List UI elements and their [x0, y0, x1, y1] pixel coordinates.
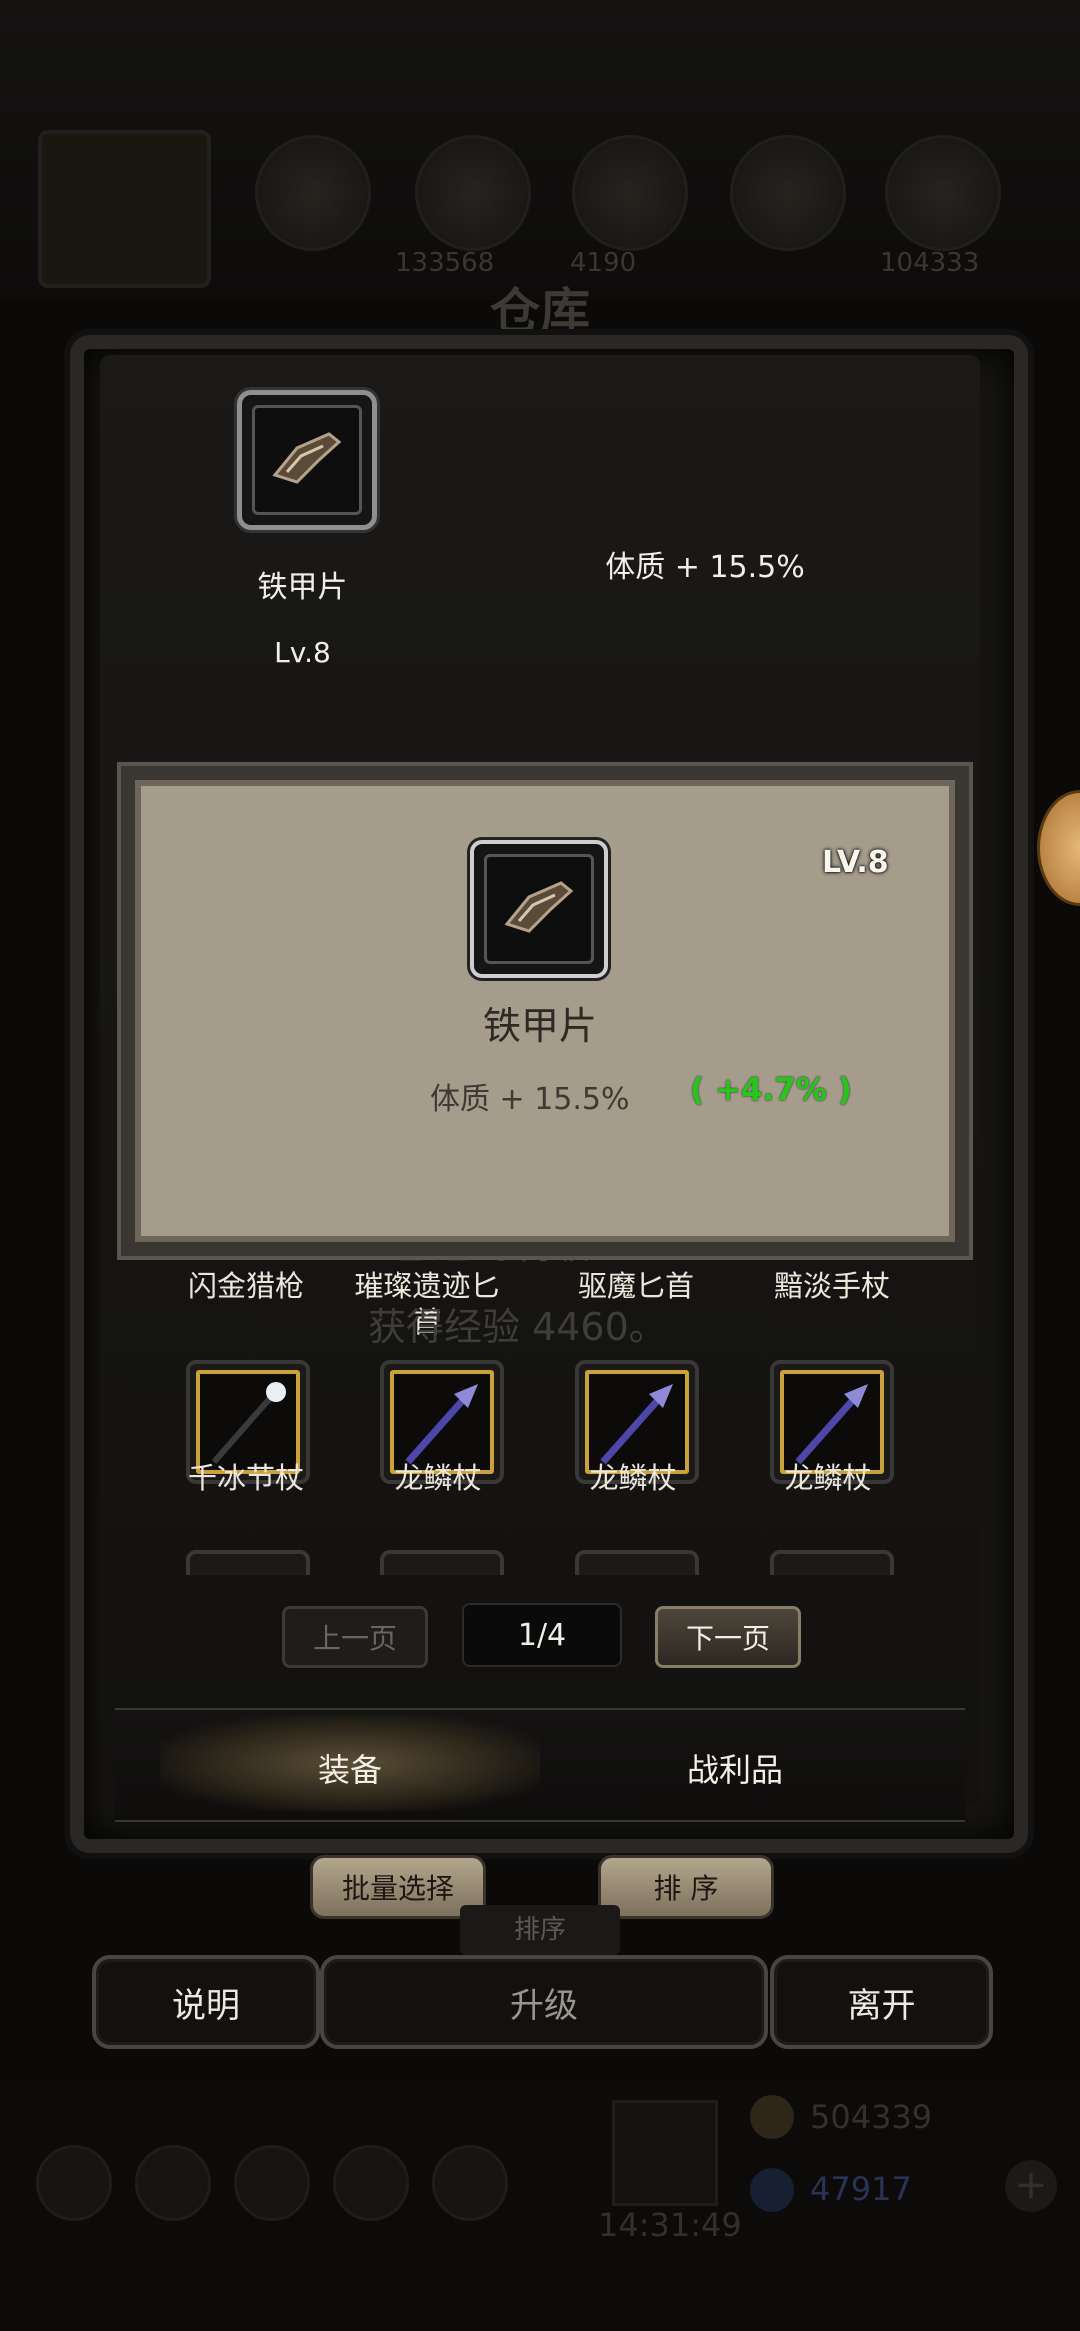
bg-resource-icon: [885, 135, 1001, 251]
armor-piece-icon: [484, 854, 594, 964]
popup-level: LV.8: [822, 845, 889, 880]
bg-menu-icon: [36, 2145, 112, 2221]
upgrade-button[interactable]: 升级: [320, 1955, 768, 2049]
bg-coin-count: 504339: [810, 2098, 933, 2136]
side-badge-icon: [1037, 790, 1080, 906]
armor-piece-icon: [252, 405, 362, 515]
staff-icon: [600, 1384, 673, 1465]
item-grid: 闪金猎枪 璀璨遗迹匕首 驱魔匕首 黯淡手杖 已达到满级 获得经验 4460。 千…: [140, 1230, 940, 1575]
bg-resource-icon: [572, 135, 688, 251]
selected-item-level: Lv.8: [274, 636, 331, 669]
bg-resource-icon: [415, 135, 531, 251]
bg-clock: 14:31:49: [598, 2206, 742, 2244]
tab-loot[interactable]: 战利品: [545, 1745, 925, 1791]
bg-menu-icon: [432, 2145, 508, 2221]
item-label: 千冰节杖: [187, 1461, 304, 1495]
selected-item-name: 铁甲片: [257, 570, 348, 605]
popup-item-stat: 体质 + 15.5%: [430, 1082, 630, 1117]
bg-chest-icon: [612, 2100, 718, 2206]
item-label: 闪金猎枪: [187, 1269, 304, 1303]
next-page-button[interactable]: 下一页: [655, 1606, 801, 1668]
item-slot[interactable]: [186, 1550, 310, 1575]
staff-icon: [211, 1382, 286, 1464]
sort-label-shadow: 排序: [460, 1905, 620, 1955]
item-label: 龙鳞杖: [589, 1461, 677, 1495]
bg-gem-count: 47917: [810, 2170, 912, 2208]
bg-coin-icon: [750, 2095, 794, 2139]
item-label: 龙鳞杖: [394, 1461, 482, 1495]
item-slot[interactable]: [380, 1550, 504, 1575]
selected-item-slot[interactable]: [237, 390, 377, 530]
help-button[interactable]: 说明: [92, 1955, 320, 2049]
tab-equipment[interactable]: 装备: [160, 1745, 540, 1791]
bg-resource-icon: [730, 135, 846, 251]
item-slot[interactable]: [575, 1550, 699, 1575]
warehouse-title: 仓库: [490, 282, 590, 341]
item-label: 黯淡手杖: [773, 1269, 890, 1303]
item-slot[interactable]: [770, 1550, 894, 1575]
leave-button[interactable]: 离开: [770, 1955, 993, 2049]
bg-add-icon: +: [1005, 2160, 1057, 2212]
prev-page-button[interactable]: 上一页: [282, 1606, 428, 1668]
popup-stat-bonus: ( +4.7% ): [690, 1072, 852, 1108]
popup-item-name: 铁甲片: [482, 1004, 597, 1048]
bg-resource-icon: [255, 135, 371, 251]
bg-menu-icon: [234, 2145, 310, 2221]
selected-item-stat: 体质 + 15.5%: [605, 550, 805, 585]
popup-item-slot: [470, 840, 608, 978]
bg-menu-icon: [135, 2145, 211, 2221]
staff-icon: [405, 1384, 478, 1465]
bg-portrait: [38, 130, 211, 288]
staff-icon: [795, 1384, 868, 1465]
sort-button[interactable]: 排 序: [598, 1855, 774, 1919]
page-indicator: 1/4: [462, 1603, 622, 1667]
item-label: 龙鳞杖: [784, 1461, 872, 1495]
bg-gem-icon: [750, 2168, 794, 2212]
faded-message: 获得经验 4460。: [368, 1305, 667, 1349]
bg-menu-icon: [333, 2145, 409, 2221]
